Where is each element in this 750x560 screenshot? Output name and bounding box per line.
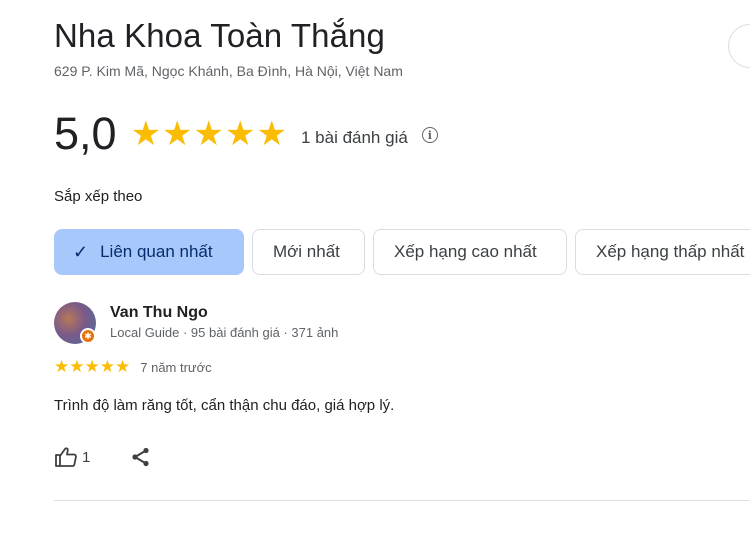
reviewer-name[interactable]: Van Thu Ngo [110, 304, 208, 322]
reviewer-meta: Local Guide · 95 bài đánh giá · 371 ảnh [110, 325, 339, 340]
place-address: 629 P. Kim Mã, Ngọc Khánh, Ba Đình, Hà N… [54, 63, 403, 79]
rating-summary: 5,0 ★ ★ ★ ★ ★ 1 bài đánh giá i [54, 108, 438, 160]
info-icon[interactable]: i [421, 127, 438, 143]
share-button[interactable] [130, 446, 152, 468]
star-icon: ★ [225, 115, 256, 153]
review-rating-row: ★ ★ ★ ★ ★ 7 năm trước [54, 358, 212, 376]
chip-lowest-rating[interactable]: Xếp hạng thấp nhất [575, 229, 750, 275]
chip-label: Liên quan nhất [100, 242, 213, 261]
local-guide-badge-icon: ✱ [80, 328, 96, 344]
divider [54, 500, 750, 501]
like-count: 1 [82, 448, 91, 466]
sort-label: Sắp xếp theo [54, 188, 143, 205]
review-actions: 1 [54, 446, 152, 468]
corner-action-button[interactable] [728, 24, 750, 68]
place-title: Nha Khoa Toàn Thắng [54, 17, 385, 54]
star-icon: ★ [256, 115, 287, 153]
star-icon: ★ [99, 357, 115, 376]
chip-label: Xếp hạng cao nhất [394, 242, 537, 261]
sort-chips: ✓ Liên quan nhất Mới nhất Xếp hạng cao n… [54, 229, 750, 275]
share-icon [132, 447, 149, 467]
rating-stars: ★ ★ ★ ★ ★ [131, 117, 287, 151]
chip-label: Xếp hạng thấp nhất [596, 242, 745, 261]
star-icon: ★ [69, 357, 85, 376]
rating-value: 5,0 [54, 108, 117, 159]
review-count: 1 bài đánh giá [300, 128, 408, 147]
star-icon: ★ [84, 357, 100, 376]
review-time: 7 năm trước [140, 359, 212, 375]
star-icon: ★ [115, 357, 131, 376]
like-button[interactable]: 1 [54, 446, 90, 468]
chip-label: Mới nhất [273, 242, 340, 261]
avatar[interactable]: ✱ [54, 302, 96, 344]
chip-highest-rating[interactable]: Xếp hạng cao nhất [373, 229, 567, 275]
star-icon: ★ [162, 115, 193, 153]
star-icon: ★ [54, 357, 70, 376]
star-icon: ★ [130, 115, 162, 153]
check-icon: ✓ [73, 241, 89, 262]
chip-most-relevant[interactable]: ✓ Liên quan nhất [54, 229, 244, 275]
review-stars: ★ ★ ★ ★ ★ [54, 358, 130, 376]
chip-newest[interactable]: Mới nhất [252, 229, 365, 275]
review-text: Trình độ làm răng tốt, cẩn thận chu đáo,… [54, 397, 395, 414]
star-icon: ★ [193, 115, 225, 153]
thumbs-up-icon [55, 447, 77, 467]
